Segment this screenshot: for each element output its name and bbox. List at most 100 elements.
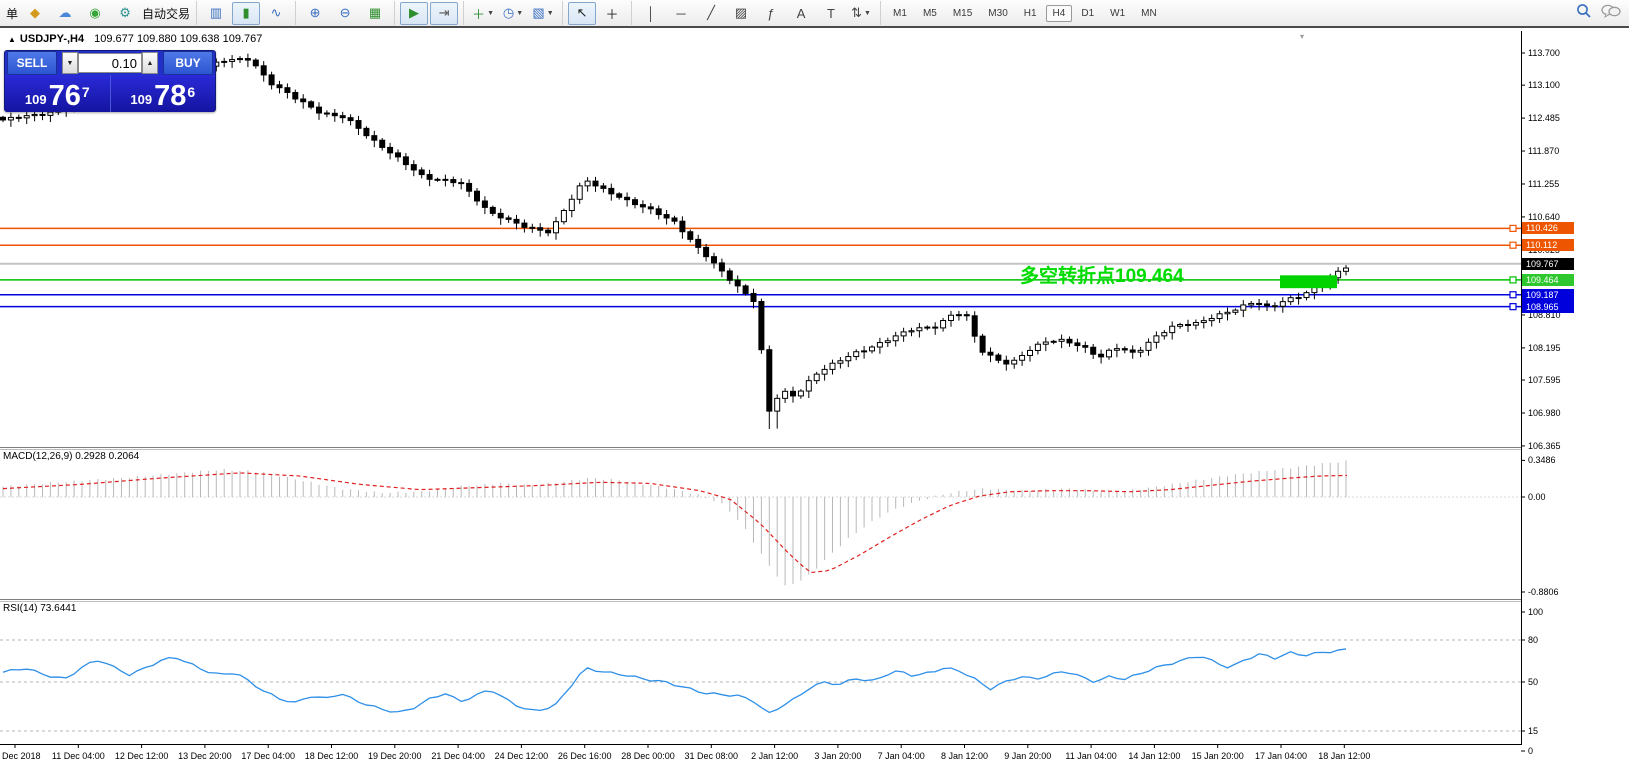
toolbar-right [1575, 2, 1629, 25]
price-tick-label: 111.870 [1528, 146, 1559, 156]
one-click-collapse-icon[interactable]: ▲ [8, 35, 16, 44]
timeframe-m5-button[interactable]: M5 [916, 5, 944, 22]
autotrading-icon[interactable]: ⚙ [111, 2, 139, 25]
rsi-tick-label: 15 [1528, 726, 1538, 736]
equidistant-channel-glyph: ▨ [735, 5, 747, 21]
chart-shift-button[interactable]: ⇥ [430, 2, 458, 25]
vertical-line-glyph: │ [647, 6, 655, 21]
price-tick-label: 113.700 [1528, 48, 1560, 58]
time-label: 17 Dec 04:00 [241, 751, 295, 761]
mql5-cloud-icon[interactable]: ☁ [51, 2, 79, 25]
text-glyph: A [797, 6, 806, 21]
autotrading-label: 自动交易 [142, 5, 190, 22]
indicators-button[interactable]: ＋▼ [469, 2, 497, 25]
price-level-chip[interactable]: 109.464 [1522, 274, 1574, 286]
auto-scroll-button[interactable]: ▶ [400, 2, 428, 25]
periods-glyph: ◷ [503, 5, 514, 21]
rsi-tick-label: 80 [1528, 635, 1538, 645]
price-tick-label: 113.100 [1528, 80, 1560, 90]
one-click-trading-panel: SELL ▼ ▲ BUY 109 76 7 109 78 6 [4, 50, 216, 112]
candlestick-button[interactable]: ▮ [232, 2, 260, 25]
timeframe-mn-button[interactable]: MN [1134, 5, 1164, 22]
signals-icon-glyph: ◉ [89, 5, 100, 21]
pane-divider-rsi[interactable] [0, 599, 1521, 600]
timeframe-m1-button[interactable]: M1 [886, 5, 914, 22]
gold-bar-icon[interactable]: ◆ [21, 2, 49, 25]
volume-decrease-button[interactable]: ▼ [62, 52, 78, 74]
timeframe-w1-button[interactable]: W1 [1103, 5, 1132, 22]
time-label: 11 Dec 04:00 [52, 751, 105, 761]
fibonacci-button[interactable]: ƒ [757, 2, 785, 25]
line-chart-button[interactable]: ∿ [262, 2, 290, 25]
price-level-chip[interactable]: 110.426 [1522, 222, 1574, 234]
buy-button[interactable]: BUY [163, 51, 213, 75]
price-level-chip[interactable]: 110.112 [1522, 239, 1574, 251]
price-level-chip[interactable]: 109.767 [1522, 258, 1574, 270]
time-label: 8 Jan 12:00 [941, 751, 988, 761]
bar-chart-button[interactable]: ▥ [202, 2, 230, 25]
time-label: 10 Dec 2018 [0, 751, 41, 761]
timeframe-m15-button[interactable]: M15 [946, 5, 979, 22]
buy-price[interactable]: 109 78 6 [111, 75, 216, 112]
time-label: 13 Dec 20:00 [178, 751, 232, 761]
toolbar-group-zoom: ⊕ ⊖ ▦ [296, 1, 395, 25]
chevron-down-icon[interactable]: ▼ [487, 10, 494, 17]
rsi-tick-label: 50 [1528, 677, 1538, 687]
turning-point-annotation[interactable]: 多空转折点109.464 [1020, 261, 1184, 288]
toolbar: 单◆☁◉⚙自动交易▥▮∿⊕⊖▦▶⇥＋▼◷▼▧▼↖＋│─╱▨ƒAT⇅▼M1M5M1… [0, 0, 1629, 28]
sell-price[interactable]: 109 76 7 [5, 75, 111, 112]
crosshair-button[interactable]: ＋ [598, 2, 626, 25]
scale-drag-marker[interactable]: ▾ [1300, 32, 1304, 41]
timeframe-m30-button[interactable]: M30 [981, 5, 1014, 22]
chat-icon[interactable] [1601, 3, 1621, 24]
buy-price-prefix: 109 [130, 92, 152, 107]
price-tick-label: 106.980 [1528, 408, 1561, 418]
cursor-glyph: ↖ [577, 5, 588, 21]
ohlc-values: 109.677 109.880 109.638 109.767 [94, 33, 262, 45]
chart-area[interactable]: ▲USDJPY-,H4109.677 109.880 109.638 109.7… [0, 30, 1629, 776]
signals-icon[interactable]: ◉ [81, 2, 109, 25]
chevron-down-icon[interactable]: ▼ [547, 10, 554, 17]
chevron-down-icon[interactable]: ▼ [864, 10, 871, 17]
trendline-button[interactable]: ╱ [697, 2, 725, 25]
gold-bar-icon-glyph: ◆ [30, 5, 40, 21]
arrows-button[interactable]: ⇅▼ [847, 2, 875, 25]
tile-windows-button[interactable]: ▦ [361, 2, 389, 25]
templates-button[interactable]: ▧▼ [529, 2, 557, 25]
vertical-line-button[interactable]: │ [637, 2, 665, 25]
new-order-label: 单 [6, 5, 18, 22]
trade-panel-prices: 109 76 7 109 78 6 [5, 75, 215, 112]
chevron-down-icon[interactable]: ▼ [516, 10, 523, 17]
fibonacci-glyph: ƒ [767, 6, 774, 21]
mt4-window: 单◆☁◉⚙自动交易▥▮∿⊕⊖▦▶⇥＋▼◷▼▧▼↖＋│─╱▨ƒAT⇅▼M1M5M1… [0, 0, 1629, 776]
price-level-chip[interactable]: 108.965 [1522, 301, 1574, 313]
chart-title: ▲USDJPY-,H4109.677 109.880 109.638 109.7… [8, 33, 262, 45]
trendline-glyph: ╱ [707, 5, 715, 21]
time-label: 15 Jan 20:00 [1192, 751, 1244, 761]
zoom-in-button[interactable]: ⊕ [301, 2, 329, 25]
timeframe-d1-button[interactable]: D1 [1074, 5, 1101, 22]
buy-price-pips: 78 [154, 83, 186, 109]
equidistant-channel-button[interactable]: ▨ [727, 2, 755, 25]
sell-button[interactable]: SELL [7, 51, 57, 75]
volume-input[interactable] [78, 53, 142, 73]
price-level-chip[interactable]: 109.187 [1522, 289, 1574, 301]
time-label: 14 Jan 12:00 [1128, 751, 1180, 761]
chart-canvas[interactable] [0, 30, 1629, 776]
horizontal-line-button[interactable]: ─ [667, 2, 695, 25]
periods-button[interactable]: ◷▼ [499, 2, 527, 25]
search-icon[interactable] [1575, 2, 1593, 25]
timeframe-h4-button[interactable]: H4 [1046, 5, 1073, 22]
zoom-out-glyph: ⊖ [340, 5, 351, 21]
timeframe-h1-button[interactable]: H1 [1017, 5, 1044, 22]
zoom-out-button[interactable]: ⊖ [331, 2, 359, 25]
pane-divider-macd[interactable] [0, 447, 1521, 448]
cursor-button[interactable]: ↖ [568, 2, 596, 25]
toolbar-group-timeframes: M1M5M15M30H1H4D1W1MN [881, 1, 1169, 25]
time-label: 3 Jan 20:00 [814, 751, 861, 761]
volume-increase-button[interactable]: ▲ [142, 52, 158, 74]
candlestick-glyph: ▮ [242, 5, 249, 21]
text-button[interactable]: A [787, 2, 815, 25]
toolbar-group-drawing: │ ─ ╱ ▨ ƒ AT⇅▼ [632, 1, 881, 25]
text-label-button[interactable]: T [817, 2, 845, 25]
